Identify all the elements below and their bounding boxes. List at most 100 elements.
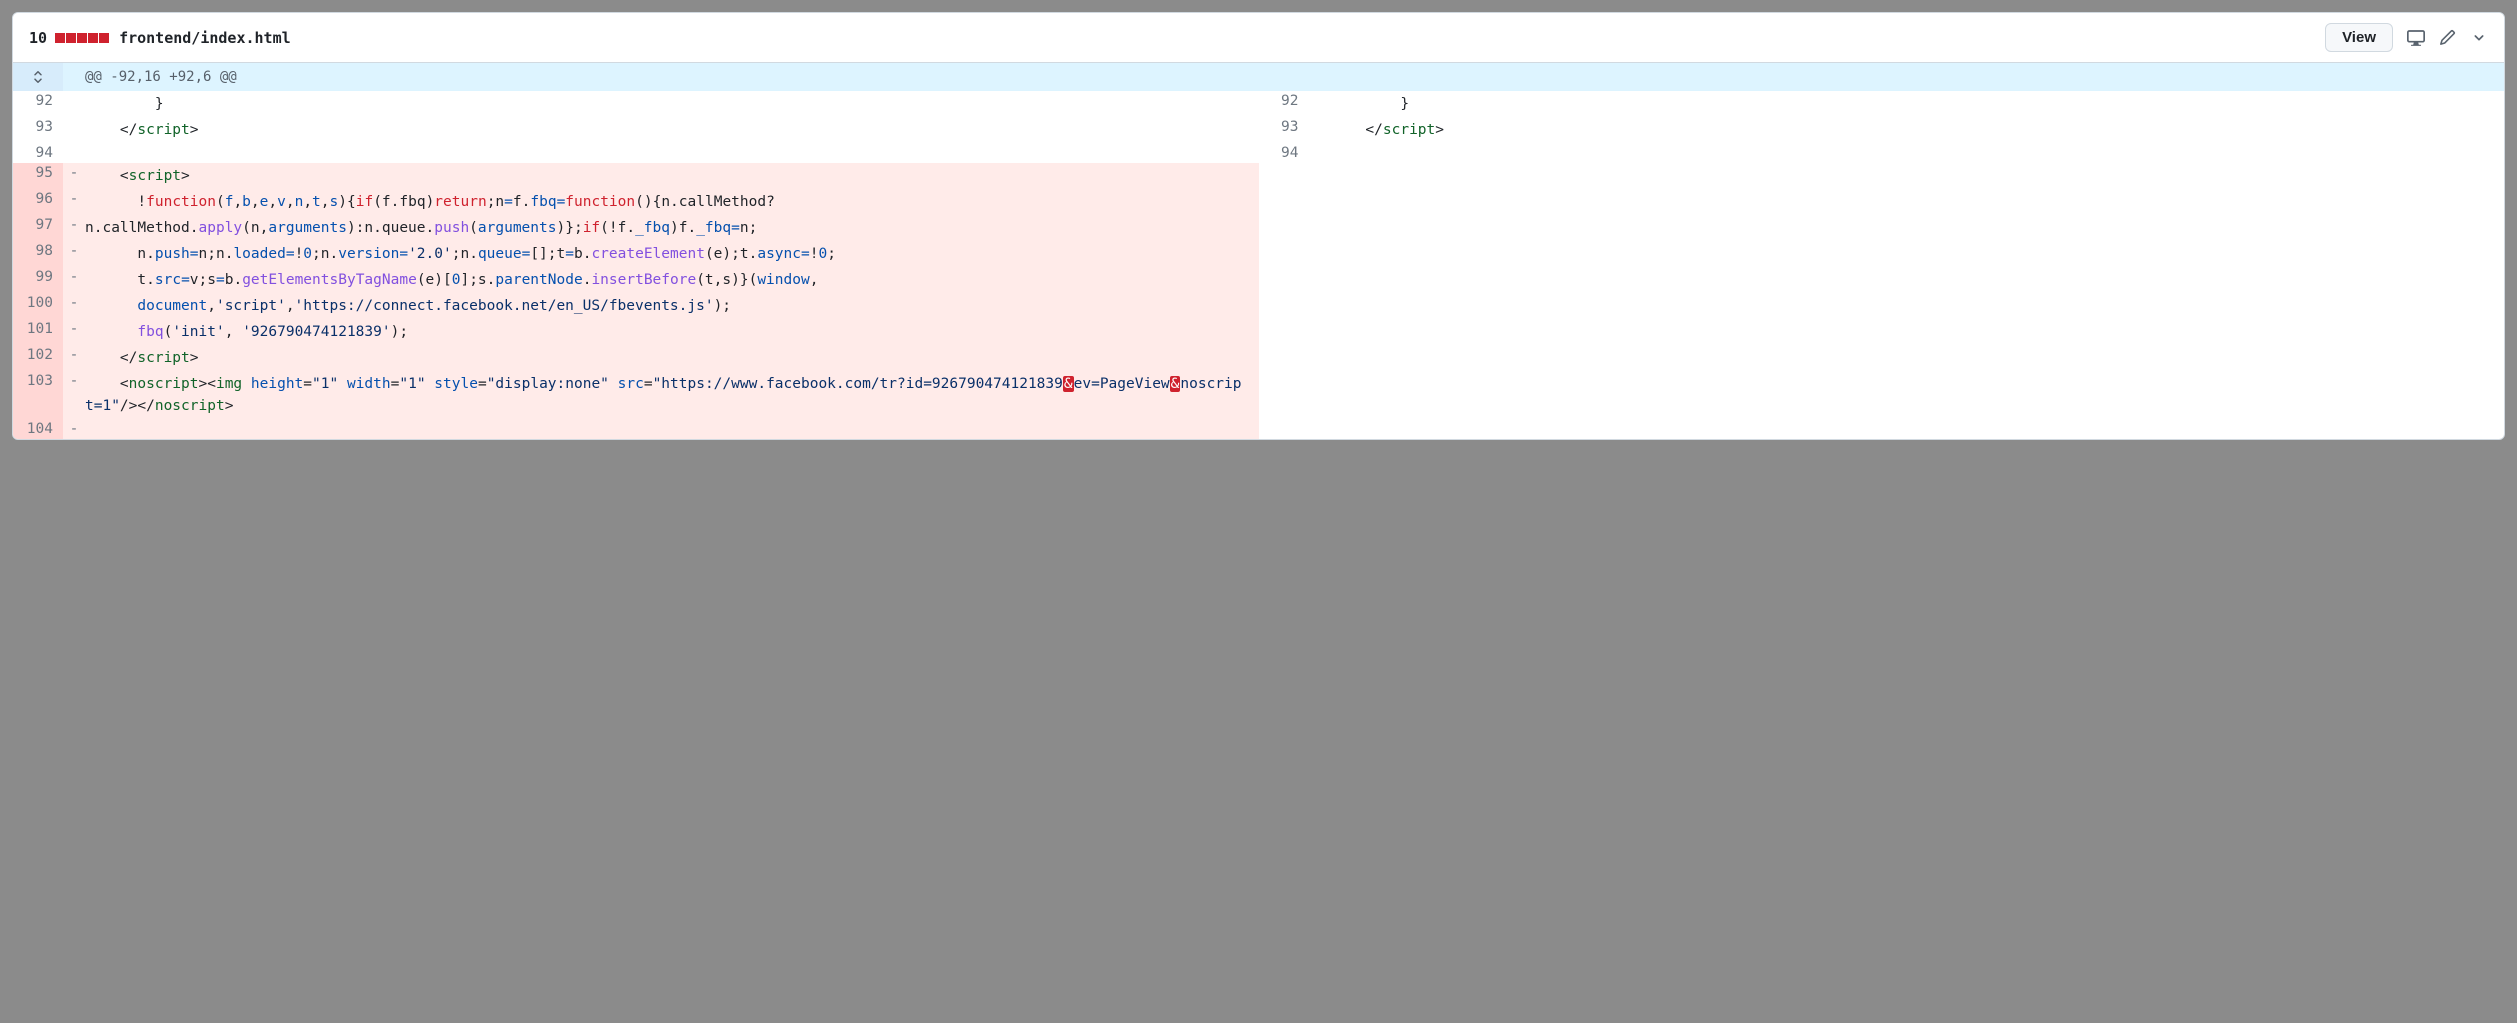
view-button[interactable]: View	[2325, 23, 2393, 52]
diff-marker-left	[63, 91, 85, 117]
line-number-left[interactable]: 103	[13, 371, 63, 419]
diff-marker-left	[63, 117, 85, 143]
code-left[interactable]: document,'script','https://connect.faceb…	[85, 293, 1259, 319]
diff-marker-left: -	[63, 215, 85, 241]
diff-row: 99- t.src=v;s=b.getElementsByTagName(e)[…	[13, 267, 2504, 293]
code-right[interactable]	[1331, 241, 2505, 267]
chevron-down-icon[interactable]	[2470, 29, 2488, 47]
device-desktop-icon[interactable]	[2407, 29, 2425, 47]
diff-row: 93 </script>93 </script>	[13, 117, 2504, 143]
diff-marker-left: -	[63, 419, 85, 439]
line-number-right[interactable]	[1259, 189, 1309, 215]
line-number-right[interactable]	[1259, 293, 1309, 319]
code-left[interactable]: <noscript><img height="1" width="1" styl…	[85, 371, 1259, 419]
line-number-left[interactable]: 92	[13, 91, 63, 117]
code-right[interactable]	[1331, 143, 2505, 163]
code-right[interactable]	[1331, 371, 2505, 419]
line-number-right[interactable]	[1259, 319, 1309, 345]
line-number-left[interactable]: 100	[13, 293, 63, 319]
line-number-left[interactable]: 102	[13, 345, 63, 371]
line-number-right[interactable]	[1259, 419, 1309, 439]
code-left[interactable]: <script>	[85, 163, 1259, 189]
diff-marker-right	[1309, 267, 1331, 293]
diff-row: 96- !function(f,b,e,v,n,t,s){if(f.fbq)re…	[13, 189, 2504, 215]
diff-file: 10 frontend/index.html View @@ -92,16 +9…	[12, 12, 2505, 440]
line-number-left[interactable]: 98	[13, 241, 63, 267]
code-left[interactable]: fbq('init', '926790474121839');	[85, 319, 1259, 345]
line-number-left[interactable]: 94	[13, 143, 63, 163]
diff-marker-left: -	[63, 189, 85, 215]
line-number-left[interactable]: 93	[13, 117, 63, 143]
line-number-right[interactable]: 94	[1259, 143, 1309, 163]
diff-row: 102- </script>	[13, 345, 2504, 371]
line-number-right[interactable]	[1259, 163, 1309, 189]
diff-row: 98- n.push=n;n.loaded=!0;n.version='2.0'…	[13, 241, 2504, 267]
diff-marker-left: -	[63, 293, 85, 319]
line-number-left[interactable]: 97	[13, 215, 63, 241]
diff-marker-left: -	[63, 345, 85, 371]
code-right[interactable]	[1331, 419, 2505, 439]
line-number-right[interactable]: 92	[1259, 91, 1309, 117]
code-right[interactable]: }	[1331, 91, 2505, 117]
diff-count: 10	[29, 29, 47, 47]
diff-row: 94 94	[13, 143, 2504, 163]
diff-row: 100- document,'script','https://connect.…	[13, 293, 2504, 319]
diff-marker-right	[1309, 319, 1331, 345]
diff-marker-right	[1309, 241, 1331, 267]
diff-marker-right	[1309, 345, 1331, 371]
diff-marker-right	[1309, 117, 1331, 143]
diff-row: 92 }92 }	[13, 91, 2504, 117]
code-left[interactable]: t.src=v;s=b.getElementsByTagName(e)[0];s…	[85, 267, 1259, 293]
line-number-right[interactable]	[1259, 215, 1309, 241]
code-left[interactable]: n.push=n;n.loaded=!0;n.version='2.0';n.q…	[85, 241, 1259, 267]
line-number-left[interactable]: 95	[13, 163, 63, 189]
code-right[interactable]	[1331, 345, 2505, 371]
file-path[interactable]: frontend/index.html	[119, 29, 291, 47]
code-right[interactable]	[1331, 293, 2505, 319]
code-left[interactable]: }	[85, 91, 1259, 117]
diff-marker-left: -	[63, 319, 85, 345]
line-number-right[interactable]: 93	[1259, 117, 1309, 143]
file-actions: View	[2325, 23, 2488, 52]
code-left[interactable]	[85, 143, 1259, 163]
line-number-right[interactable]	[1259, 241, 1309, 267]
code-left[interactable]: n.callMethod.apply(n,arguments):n.queue.…	[85, 215, 1259, 241]
diff-marker-right	[1309, 371, 1331, 419]
code-left[interactable]: </script>	[85, 117, 1259, 143]
diff-marker-left	[63, 143, 85, 163]
line-number-left[interactable]: 96	[13, 189, 63, 215]
hunk-header: @@ -92,16 +92,6 @@	[13, 63, 2504, 91]
file-header: 10 frontend/index.html View	[13, 13, 2504, 63]
diff-marker-left: -	[63, 241, 85, 267]
code-right[interactable]	[1331, 189, 2505, 215]
diff-row: 101- fbq('init', '926790474121839');	[13, 319, 2504, 345]
code-right[interactable]	[1331, 163, 2505, 189]
code-left[interactable]: </script>	[85, 345, 1259, 371]
line-number-left[interactable]: 101	[13, 319, 63, 345]
diff-marker-right	[1309, 163, 1331, 189]
line-number-right[interactable]	[1259, 371, 1309, 419]
code-left[interactable]	[85, 419, 1259, 439]
diff-row: 97-n.callMethod.apply(n,arguments):n.que…	[13, 215, 2504, 241]
line-number-left[interactable]: 99	[13, 267, 63, 293]
code-right[interactable]	[1331, 319, 2505, 345]
diff-marker-left: -	[63, 267, 85, 293]
code-left[interactable]: !function(f,b,e,v,n,t,s){if(f.fbq)return…	[85, 189, 1259, 215]
diff-row: 103- <noscript><img height="1" width="1"…	[13, 371, 2504, 419]
diffstat-blocks[interactable]	[55, 33, 109, 43]
diff-marker-right	[1309, 293, 1331, 319]
code-right[interactable]	[1331, 267, 2505, 293]
expand-icon[interactable]	[13, 63, 63, 91]
diff-marker-right	[1309, 91, 1331, 117]
diff-row: 95- <script>	[13, 163, 2504, 189]
hunk-text: @@ -92,16 +92,6 @@	[63, 63, 2504, 91]
pencil-icon[interactable]	[2439, 29, 2456, 46]
line-number-left[interactable]: 104	[13, 419, 63, 439]
line-number-right[interactable]	[1259, 267, 1309, 293]
diff-marker-right	[1309, 215, 1331, 241]
diff-row: 104-	[13, 419, 2504, 439]
code-right[interactable]: </script>	[1331, 117, 2505, 143]
line-number-right[interactable]	[1259, 345, 1309, 371]
code-right[interactable]	[1331, 215, 2505, 241]
diff-table: 92 }92 }93 </script>93 </script>949495- …	[13, 91, 2504, 439]
